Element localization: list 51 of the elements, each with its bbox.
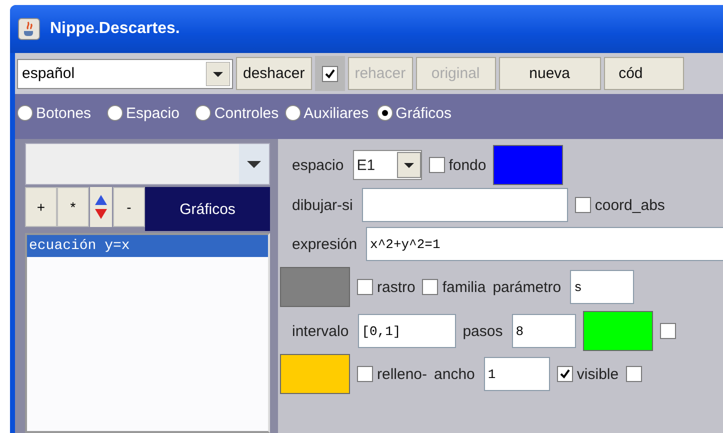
radio-tab[interactable]: Botones [15, 104, 92, 122]
checkbox-label: coord_abs [594, 196, 665, 214]
checkbox[interactable] [574, 197, 591, 213]
field-label: parámetro [492, 278, 562, 296]
input-field[interactable]: 1 [484, 357, 550, 391]
input-field[interactable]: x^2+y^2=1 [366, 227, 723, 261]
checkbox[interactable] [357, 366, 373, 382]
checkbox[interactable] [422, 279, 438, 295]
duplicate-button[interactable]: * [57, 187, 89, 227]
field-label: dibujar-si [292, 196, 353, 214]
checkbox[interactable] [357, 279, 373, 295]
list-item[interactable]: ecuación y=x [27, 235, 268, 257]
input-field[interactable]: [0,1] [358, 314, 456, 348]
input-field[interactable]: 8 [512, 314, 576, 348]
window-title: Nippe.Descartes. [50, 20, 180, 38]
language-dropdown[interactable]: español [17, 58, 233, 88]
checkbox-label: rastro [377, 278, 416, 296]
color-swatch[interactable] [280, 354, 350, 394]
dropdown-arrow-icon[interactable] [206, 62, 230, 86]
cup-icon [18, 18, 40, 40]
input-field[interactable] [362, 188, 568, 222]
field-label: expresión [292, 236, 358, 252]
field-label: espacio [292, 156, 344, 174]
input-field[interactable]: s [570, 270, 634, 304]
color-swatch[interactable] [493, 145, 564, 185]
section-title: Gráficos [145, 187, 270, 231]
checkbox[interactable] [626, 366, 642, 382]
checkbox-label: relleno- [377, 366, 428, 382]
field-label: ancho [434, 366, 475, 382]
toolbar-button[interactable]: deshacer [236, 57, 312, 90]
add-button[interactable]: + [25, 187, 57, 227]
checkbox[interactable] [660, 323, 676, 339]
up-down-arrows-icon[interactable] [90, 187, 112, 227]
field-label: intervalo [292, 322, 349, 340]
checkbox-label: visible [576, 366, 619, 382]
field-label: pasos [462, 322, 503, 340]
toolbar-button[interactable]: cód [604, 57, 684, 90]
checkbox-label: fondo [448, 156, 486, 174]
toolbar-button[interactable]: nueva [498, 57, 601, 90]
checkbox[interactable] [556, 366, 573, 382]
radio-tab[interactable]: Controles [193, 104, 279, 122]
color-swatch[interactable] [582, 311, 653, 351]
checkbox-label: familia [442, 278, 486, 296]
remove-button[interactable]: - [113, 187, 145, 227]
color-swatch[interactable] [280, 267, 350, 307]
radio-tab[interactable]: Auxiliares [282, 104, 369, 122]
checkbox[interactable] [322, 66, 338, 82]
radio-tab[interactable]: Gráficos [374, 104, 452, 122]
radio-tab[interactable]: Espacio [105, 104, 180, 122]
space-dropdown[interactable]: E1 [352, 150, 422, 180]
checkbox[interactable] [428, 157, 445, 173]
